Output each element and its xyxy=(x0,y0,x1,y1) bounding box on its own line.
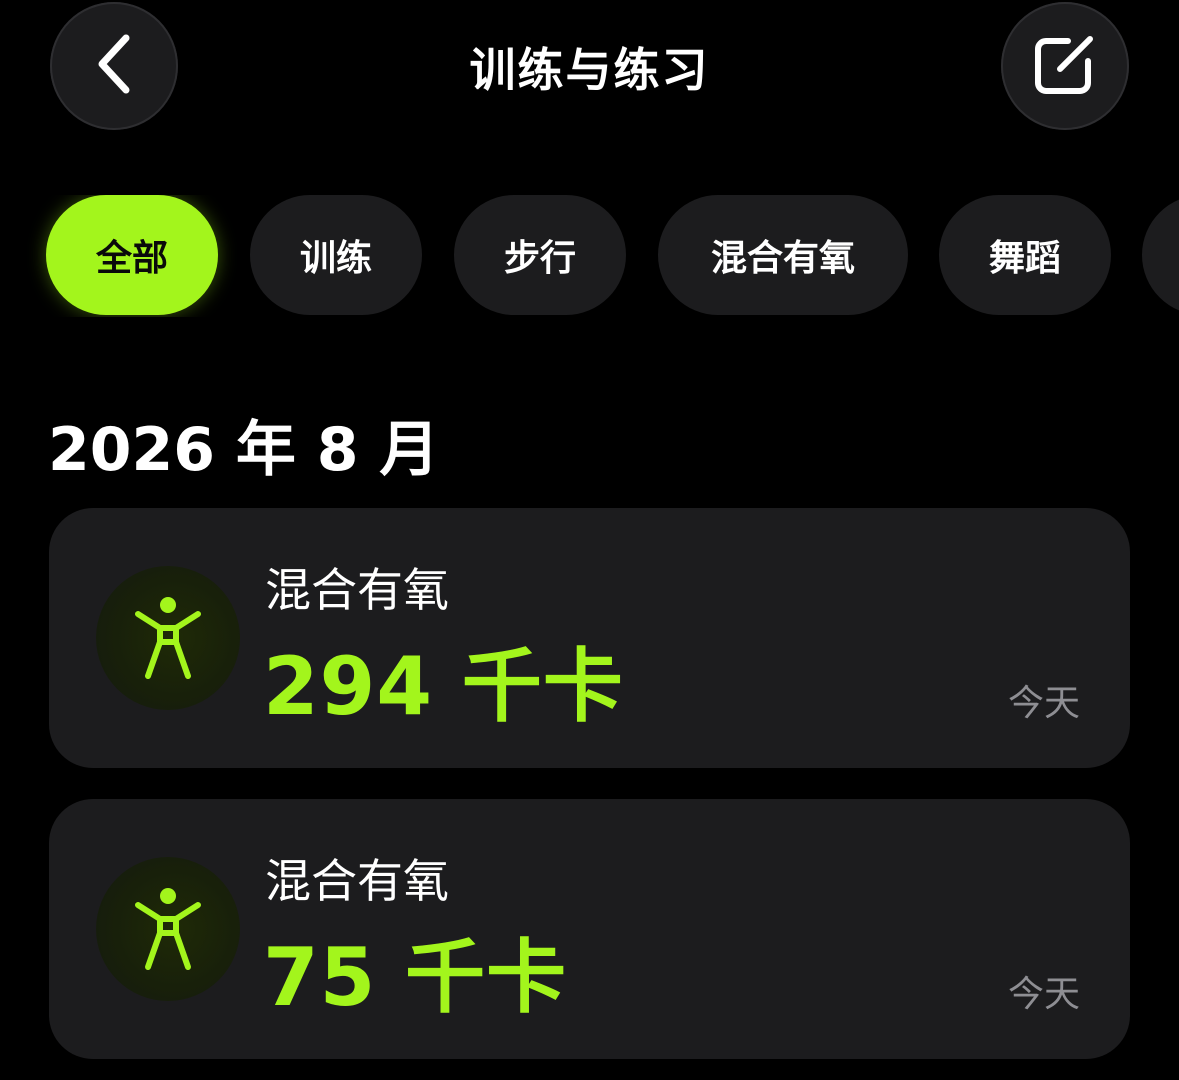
workout-calories: 75 千卡 xyxy=(263,931,568,1024)
figure-cardio-icon xyxy=(96,857,240,1001)
figure-cardio-icon xyxy=(96,566,240,710)
filter-chip-training[interactable]: 训练 xyxy=(250,195,422,315)
workout-name: 混合有氧 xyxy=(265,854,449,908)
filter-chip-label: 训练 xyxy=(299,238,372,279)
filter-chip-all[interactable]: 全部 xyxy=(46,195,218,315)
filter-chip-label: 步行 xyxy=(503,238,576,279)
workout-date: 今天 xyxy=(1007,683,1080,724)
workout-name: 混合有氧 xyxy=(265,563,449,617)
filter-chip-dance[interactable]: 舞蹈 xyxy=(939,195,1111,315)
filter-chip-label: 舞蹈 xyxy=(988,238,1061,279)
filter-chip-more[interactable] xyxy=(1142,195,1179,315)
filter-chip-label: 全部 xyxy=(95,238,168,279)
edit-button[interactable] xyxy=(1001,2,1129,130)
filter-chip-label: 混合有氧 xyxy=(710,238,855,279)
workout-card[interactable]: 混合有氧 294 千卡 今天 xyxy=(49,508,1130,768)
workout-calories: 294 千卡 xyxy=(263,640,624,733)
workout-card[interactable]: 混合有氧 75 千卡 今天 xyxy=(49,799,1130,1059)
compose-icon xyxy=(1030,29,1100,103)
workout-date: 今天 xyxy=(1007,974,1080,1015)
month-header: 2026 年 8 月 xyxy=(48,415,440,485)
filter-chip-walking[interactable]: 步行 xyxy=(454,195,626,315)
filter-bar: 全部 训练 步行 混合有氧 舞蹈 xyxy=(0,195,1179,317)
filter-chip-mixed-cardio[interactable]: 混合有氧 xyxy=(658,195,908,315)
